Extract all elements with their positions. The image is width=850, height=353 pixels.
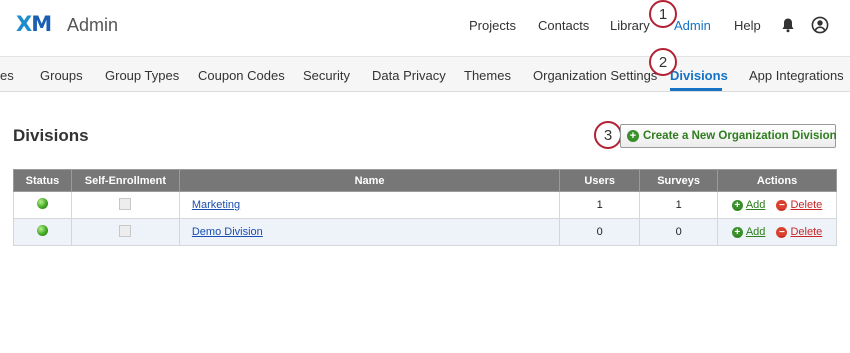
division-name-link[interactable]: Demo Division <box>192 226 263 238</box>
col-name: Name <box>178 169 561 192</box>
tab-truncated[interactable]: es <box>0 68 14 83</box>
divisions-table: Status Self-Enrollment Name Users Survey… <box>13 169 837 246</box>
add-link[interactable]: + Add <box>731 199 766 212</box>
tab-groups[interactable]: Groups <box>40 68 83 83</box>
app-title: Admin <box>67 15 119 35</box>
col-actions: Actions <box>717 169 837 192</box>
tab-security[interactable]: Security <box>303 68 350 83</box>
step-marker-3: 3 <box>594 121 622 149</box>
delete-label: Delete <box>790 226 823 239</box>
bell-icon[interactable] <box>778 15 798 35</box>
delete-label: Delete <box>790 199 823 212</box>
table-header-row: Status Self-Enrollment Name Users Survey… <box>13 169 837 192</box>
col-status: Status <box>13 169 72 192</box>
nav-projects[interactable]: Projects <box>469 18 516 33</box>
plus-circle-icon: + <box>627 130 639 142</box>
tab-group-types[interactable]: Group Types <box>105 68 179 83</box>
name-cell: Marketing <box>178 191 561 219</box>
tab-themes[interactable]: Themes <box>464 68 511 83</box>
col-self-enrollment: Self-Enrollment <box>70 169 180 192</box>
status-cell <box>13 191 72 219</box>
user-icon[interactable] <box>810 15 830 35</box>
tab-divisions[interactable]: Divisions <box>670 68 728 83</box>
tab-app-integrations[interactable]: App Integrations <box>749 68 844 83</box>
xm-logo[interactable]: XM <box>16 12 52 36</box>
status-active-icon <box>36 198 48 209</box>
actions-cell: + Add − Delete <box>717 218 837 246</box>
nav-help[interactable]: Help <box>734 18 761 33</box>
add-label: Add <box>745 199 766 212</box>
add-icon: + <box>731 226 743 238</box>
add-label: Add <box>745 226 766 239</box>
col-surveys: Surveys <box>639 169 719 192</box>
users-cell: 1 <box>559 191 641 219</box>
nav-admin[interactable]: Admin <box>674 18 711 33</box>
surveys-cell: 0 <box>639 218 719 246</box>
delete-icon: − <box>776 226 788 238</box>
users-cell: 0 <box>559 218 641 246</box>
delete-icon: − <box>776 199 788 211</box>
active-tab-indicator <box>670 88 722 91</box>
step-marker-1: 1 <box>649 0 677 28</box>
self-enrollment-cell <box>70 191 180 219</box>
division-name-link[interactable]: Marketing <box>192 199 240 211</box>
self-enrollment-checkbox[interactable] <box>119 197 132 210</box>
status-active-icon <box>36 225 48 236</box>
col-users: Users <box>559 169 641 192</box>
delete-link[interactable]: − Delete <box>776 226 822 238</box>
nav-library[interactable]: Library <box>610 18 650 33</box>
add-icon: + <box>731 199 743 211</box>
self-enrollment-checkbox[interactable] <box>119 224 132 237</box>
create-division-label: Create a New Organization Division <box>643 130 837 142</box>
tab-organization-settings[interactable]: Organization Settings <box>533 68 657 83</box>
add-link[interactable]: + Add <box>731 226 766 239</box>
surveys-cell: 1 <box>639 191 719 219</box>
table-row: Demo Division 0 0 + Add − Delete <box>13 218 837 246</box>
nav-contacts[interactable]: Contacts <box>538 18 589 33</box>
step-marker-2: 2 <box>649 48 677 76</box>
tab-data-privacy[interactable]: Data Privacy <box>372 68 446 83</box>
delete-link[interactable]: − Delete <box>776 199 822 211</box>
create-division-button[interactable]: + Create a New Organization Division <box>620 124 837 148</box>
table-row: Marketing 1 1 + Add − Delete <box>13 191 837 219</box>
actions-cell: + Add − Delete <box>717 191 837 219</box>
page-title: Divisions <box>13 126 89 145</box>
self-enrollment-cell <box>70 218 180 246</box>
admin-subnav: es Groups Group Types Coupon Codes Secur… <box>0 56 850 92</box>
top-bar: XM Admin Projects Contacts Library Admin… <box>0 0 850 52</box>
status-cell <box>13 218 72 246</box>
tab-coupon-codes[interactable]: Coupon Codes <box>198 68 285 83</box>
name-cell: Demo Division <box>178 218 561 246</box>
